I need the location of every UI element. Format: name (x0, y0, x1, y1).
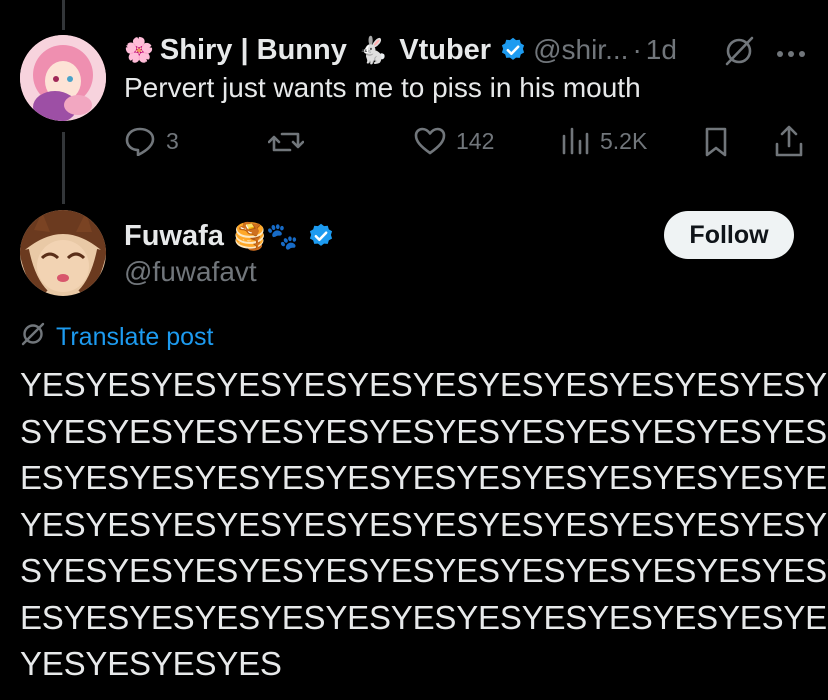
verified-badge-icon (307, 222, 335, 250)
display-name[interactable]: Shiry | Bunny (160, 34, 347, 67)
display-name[interactable]: Fuwafa (124, 220, 224, 253)
like-button[interactable]: 142 (414, 126, 494, 156)
verified-badge-icon (499, 36, 527, 64)
repost-icon (268, 128, 304, 156)
body-line: ESYESYESYESYESYESYESYESYESYESYESYESYES (20, 459, 828, 496)
follow-button[interactable]: Follow (664, 211, 794, 259)
fuwafa-avatar[interactable] (20, 210, 106, 296)
views-icon (560, 126, 590, 156)
body-line: SYESYESYESYESYESYESYESYESYESYESYESYESY (20, 412, 828, 450)
views-count: 5.2K (600, 127, 648, 154)
shiry-name-row: 🌸 Shiry | Bunny 🐇 Vtuber @shir... · 1d (124, 30, 677, 70)
like-icon (414, 126, 446, 156)
share-button[interactable] (774, 124, 804, 158)
share-icon (774, 124, 804, 158)
shiry-avatar[interactable] (20, 35, 106, 121)
body-line: YESYESYESYESYESYESYESYESYESYESYESYESYE (20, 505, 828, 543)
views-button[interactable]: 5.2K (560, 126, 647, 156)
handle[interactable]: @shir... (533, 34, 628, 66)
reply-icon (124, 126, 156, 156)
bookmark-icon (703, 126, 729, 158)
main-tweet-body: YESYESYESYESYESYESYESYESYESYESYESYESYE S… (20, 362, 828, 688)
body-line: YESYESYESYES (20, 645, 282, 682)
like-count: 142 (456, 127, 495, 154)
more-icon[interactable] (776, 46, 806, 64)
thread-line-bottom (62, 132, 65, 204)
fuwafa-name-row: Fuwafa 🥞🐾 (124, 216, 341, 256)
display-name-suffix[interactable]: Vtuber (399, 34, 491, 67)
body-line: ESYESYESYESYESYESYESYESYESYESYESYESYES (20, 598, 828, 636)
grok-icon[interactable] (722, 36, 756, 71)
reply-tweet-text: Pervert just wants me to piss in his mou… (124, 72, 641, 103)
display-name-emoji-mid: 🐇 (356, 34, 390, 65)
handle[interactable]: @fuwafavt (124, 256, 257, 288)
reply-button[interactable]: 3 (124, 126, 179, 156)
timestamp[interactable]: 1d (646, 34, 677, 66)
body-line: SYESYESYESYESYESYESYESYESYESYESYESYESY (20, 552, 828, 589)
repost-button[interactable] (268, 128, 304, 156)
body-line: YESYESYESYESYESYESYESYESYESYESYESYESYE (20, 366, 828, 403)
separator: · (632, 34, 642, 65)
display-name-emoji-prefix: 🌸 (124, 36, 154, 64)
bookmark-button[interactable] (703, 126, 729, 158)
translate-post-link[interactable]: Translate post (20, 322, 213, 353)
translate-icon (20, 322, 46, 353)
name-emojis: 🥞🐾 (233, 220, 299, 251)
reply-count: 3 (166, 127, 179, 154)
thread-line-top (62, 0, 65, 30)
translate-label: Translate post (56, 323, 214, 351)
